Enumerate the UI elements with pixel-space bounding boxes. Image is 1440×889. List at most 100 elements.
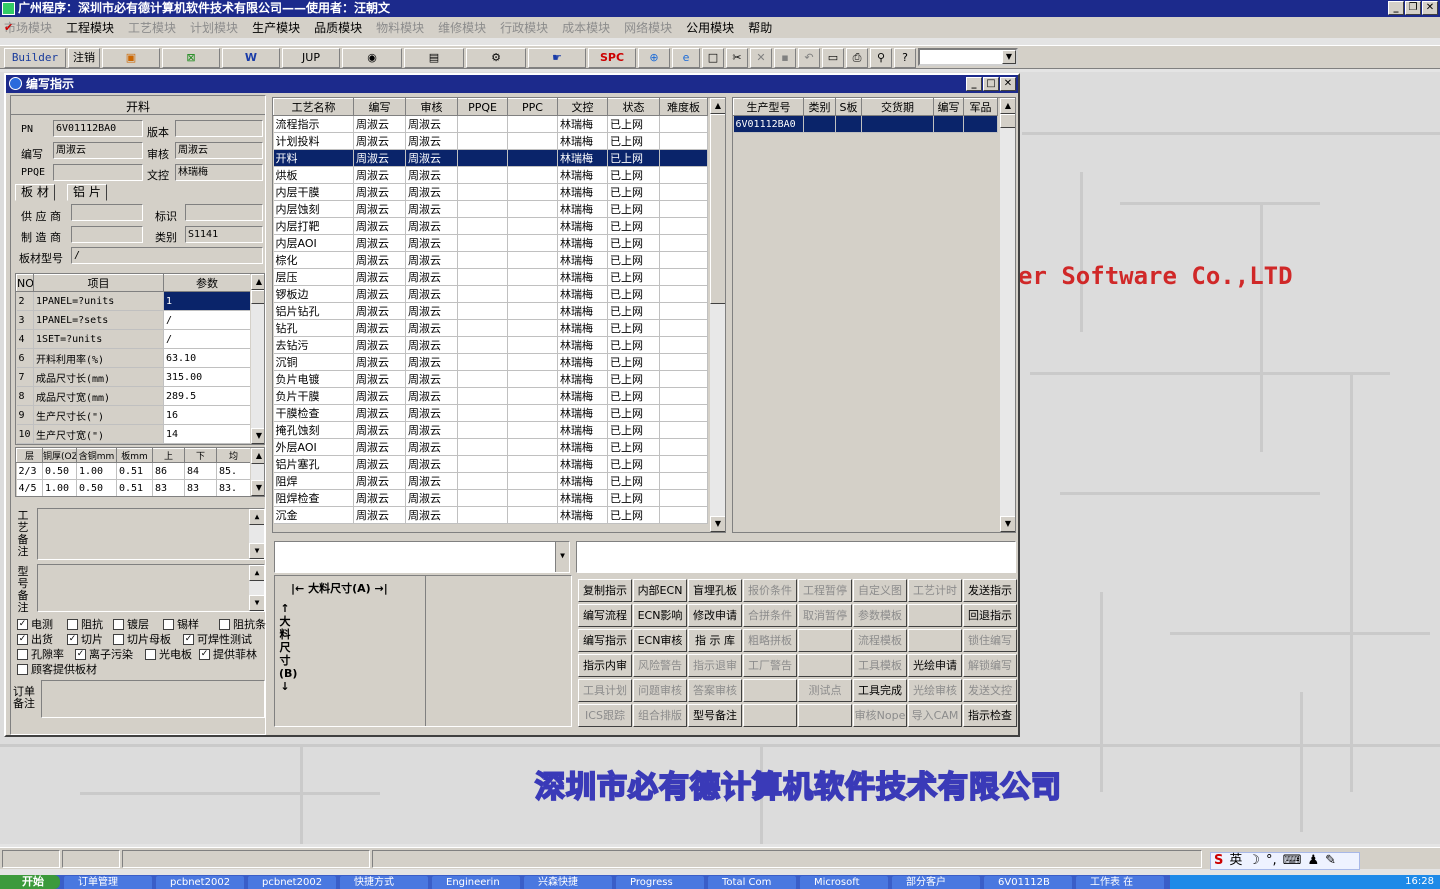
process-cell[interactable]: 林瑞梅 [557, 200, 608, 218]
process-cell[interactable]: 周淑云 [405, 285, 458, 303]
process-cell[interactable]: 周淑云 [353, 336, 406, 354]
checkmark-icon[interactable]: ✓ [75, 648, 86, 660]
action-button-36[interactable]: 测试点 [798, 679, 852, 702]
checkmark-icon[interactable]: ✓ [17, 618, 28, 630]
action-button-0[interactable]: 复制指示 [578, 579, 632, 602]
menu-item-4[interactable]: 生产模块 [252, 19, 300, 36]
taskbar-item[interactable]: pcbnet2002 [156, 876, 244, 889]
taskbar-item[interactable]: 工作表 在 [1076, 876, 1164, 889]
process-cell[interactable]: 林瑞梅 [557, 489, 608, 507]
table-row[interactable]: 开料 周淑云 周淑云 林瑞梅 已上网 [273, 149, 708, 167]
process-cell[interactable]: 去钻污 [273, 336, 354, 354]
taskbar-item[interactable]: Total Com [708, 876, 796, 889]
checkbox-empty-icon[interactable] [17, 663, 28, 675]
process-col-header[interactable]: 状态 [607, 98, 660, 116]
process-cell[interactable] [457, 404, 508, 422]
process-cell[interactable]: 林瑞梅 [557, 438, 608, 456]
process-cell[interactable]: 周淑云 [353, 455, 406, 473]
layer-cell[interactable]: 0.51 [116, 462, 153, 480]
process-cell[interactable] [457, 319, 508, 337]
process-cell[interactable]: 已上网 [607, 506, 660, 524]
process-cell[interactable]: 林瑞梅 [557, 472, 608, 490]
process-cell[interactable]: 铝片塞孔 [273, 455, 354, 473]
process-cell[interactable] [659, 404, 708, 422]
process-cell[interactable]: 林瑞梅 [557, 149, 608, 167]
action-button-28[interactable] [798, 654, 852, 677]
process-cell[interactable] [659, 336, 708, 354]
process-cell[interactable]: 干膜检查 [273, 404, 354, 422]
process-cell[interactable]: 周淑云 [405, 234, 458, 252]
action-button-34[interactable]: 答案审核 [688, 679, 742, 702]
menu-item-11[interactable]: 公用模块 [686, 19, 734, 36]
product-col-header[interactable]: 交货期 [861, 98, 934, 116]
process-cell[interactable]: 已上网 [607, 217, 660, 235]
action-button-17[interactable]: ECN审核 [633, 629, 687, 652]
cut-icon[interactable]: ✂ [726, 48, 748, 68]
scroll-up-icon[interactable]: ▲ [251, 274, 264, 290]
checkmark-icon[interactable]: ✓ [183, 633, 194, 645]
process-cell[interactable]: 周淑云 [405, 217, 458, 235]
layer-cell[interactable]: 4/5 [16, 479, 43, 496]
process-cell[interactable]: 内层打靶 [273, 217, 354, 235]
action-button-2[interactable]: 盲埋孔板 [688, 579, 742, 602]
table-row[interactable]: 干膜检查 周淑云 周淑云 林瑞梅 已上网 [273, 404, 708, 422]
tools-icon[interactable]: ⚙ [466, 48, 526, 68]
scroll-up-icon[interactable]: ▲ [249, 565, 264, 581]
order-remark-field[interactable] [41, 680, 265, 718]
table-row[interactable]: 内层AOI 周淑云 周淑云 林瑞梅 已上网 [273, 234, 708, 252]
menu-item-5[interactable]: 品质模块 [314, 19, 362, 36]
process-cell[interactable]: 已上网 [607, 455, 660, 473]
process-cell[interactable]: 周淑云 [405, 455, 458, 473]
table-row[interactable]: 锣板边 周淑云 周淑云 林瑞梅 已上网 [273, 285, 708, 303]
close-button[interactable]: ✕ [1422, 1, 1438, 15]
globe-icon[interactable]: ⊕ [638, 48, 670, 68]
process-cell[interactable]: 周淑云 [405, 166, 458, 184]
process-cell[interactable]: 沉铜 [273, 353, 354, 371]
start-button[interactable]: 开始 [0, 875, 60, 889]
layer-cell[interactable]: 86 [152, 462, 185, 480]
product-scrollbar[interactable]: ▲ ▼ [999, 98, 1015, 532]
process-cell[interactable]: 周淑云 [353, 404, 406, 422]
layer-cell[interactable]: 0.51 [116, 479, 153, 496]
process-cell[interactable]: 林瑞梅 [557, 506, 608, 524]
jup-button[interactable]: JUP [282, 48, 340, 68]
process-combo[interactable]: ▼ [274, 541, 570, 573]
process-cell[interactable]: 阻焊检查 [273, 489, 354, 507]
toolbar-select[interactable]: ▼ [918, 48, 1018, 66]
checkmark-icon[interactable]: ✓ [17, 633, 28, 645]
table-row[interactable]: 计划投料 周淑云 周淑云 林瑞梅 已上网 [273, 132, 708, 150]
action-button-19[interactable]: 粗略拼板 [743, 629, 797, 652]
process-cell[interactable] [457, 370, 508, 388]
param-cell[interactable]: 3 [16, 310, 34, 330]
process-cell[interactable] [507, 506, 558, 524]
scroll-up-icon[interactable]: ▲ [249, 509, 264, 525]
word-icon[interactable]: W [222, 48, 280, 68]
process-cell[interactable] [507, 404, 558, 422]
table-row[interactable]: 2/3 0.50 1.00 0.51 86 84 85. [16, 462, 251, 480]
table-row[interactable]: 去钻污 周淑云 周淑云 林瑞梅 已上网 [273, 336, 708, 354]
taskbar-item[interactable]: 6V01112B [984, 876, 1072, 889]
param-cell[interactable]: 14 [163, 424, 251, 444]
process-cell[interactable] [457, 132, 508, 150]
table-row[interactable]: 铝片塞孔 周淑云 周淑云 林瑞梅 已上网 [273, 455, 708, 473]
process-cell[interactable]: 林瑞梅 [557, 183, 608, 201]
model-remark-field[interactable]: ▲ ▼ [37, 564, 265, 612]
process-cell[interactable]: 周淑云 [353, 302, 406, 320]
taskbar-item[interactable]: Progress [616, 876, 704, 889]
table-row[interactable]: 4/5 1.00 0.50 0.51 83 83 83. [16, 479, 251, 496]
table-row[interactable]: 沉铜 周淑云 周淑云 林瑞梅 已上网 [273, 353, 708, 371]
table-row[interactable]: 7 成品尺寸长(mm) 315.00 [16, 367, 251, 387]
process-cell[interactable] [507, 149, 558, 167]
process-cell[interactable] [659, 472, 708, 490]
process-cell[interactable]: 林瑞梅 [557, 234, 608, 252]
process-cell[interactable]: 周淑云 [353, 438, 406, 456]
process-cell[interactable] [659, 387, 708, 405]
maker-field[interactable] [71, 226, 143, 243]
process-cell[interactable]: 林瑞梅 [557, 132, 608, 150]
product-col-header[interactable]: 编写 [933, 98, 964, 116]
chevron-down-icon[interactable]: ▼ [1002, 50, 1016, 64]
new-icon[interactable]: □ [702, 48, 724, 68]
ime-mode[interactable]: 英 [1229, 853, 1242, 869]
table-row[interactable]: 阻焊检查 周淑云 周淑云 林瑞梅 已上网 [273, 489, 708, 507]
process-cell[interactable]: 林瑞梅 [557, 166, 608, 184]
